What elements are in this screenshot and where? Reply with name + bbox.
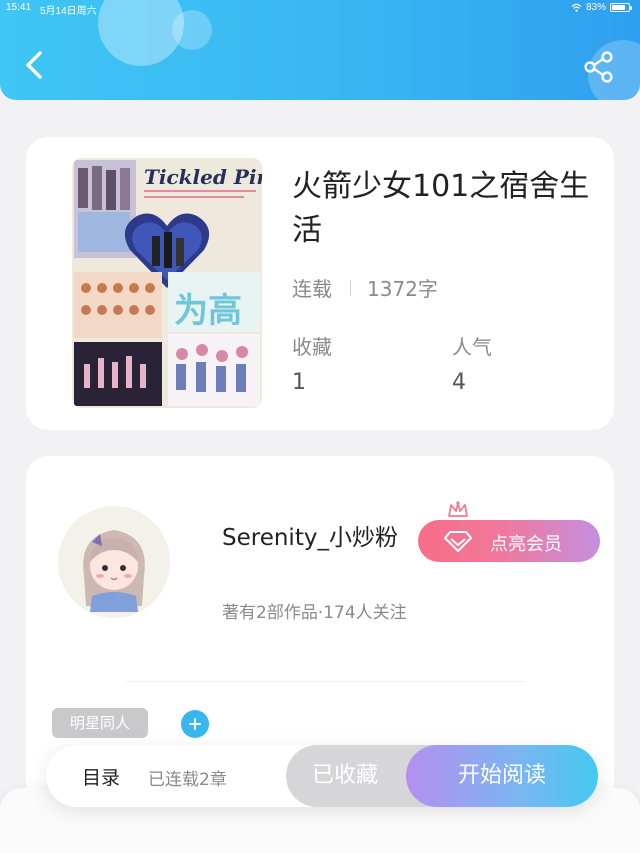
share-button[interactable] — [582, 50, 616, 84]
meta-divider — [350, 279, 351, 296]
word-count: 1372字 — [367, 277, 438, 301]
add-tag-button[interactable] — [181, 710, 209, 738]
header-bar: 15:41 5月14日周六 83% — [0, 0, 640, 100]
decor-bubble — [172, 10, 212, 50]
battery-percent: 83% — [585, 2, 606, 13]
status-bar: 15:41 5月14日周六 83% — [0, 0, 640, 17]
book-meta: 连载 1372字 — [292, 273, 438, 302]
popularity-value: 4 — [452, 370, 466, 395]
diamond-icon — [444, 531, 472, 552]
vip-button[interactable]: 点亮会员 — [418, 501, 600, 562]
section-divider — [126, 681, 526, 682]
wifi-icon — [571, 3, 582, 12]
bottom-action-bar: 目录 已连载2章 已收藏 开始阅读 — [46, 745, 598, 807]
battery-fill — [612, 5, 625, 10]
status-date: 5月14日周六 — [40, 6, 97, 17]
vip-label: 点亮会员 — [490, 534, 562, 555]
battery-icon — [610, 3, 632, 12]
book-title: 火箭少女101之宿舍生活 — [292, 169, 590, 248]
cover-artwork: Tickled Pink 为高 — [72, 158, 262, 408]
back-button[interactable] — [20, 48, 50, 82]
author-avatar[interactable] — [58, 506, 170, 618]
start-reading-button[interactable]: 开始阅读 — [406, 745, 598, 807]
chapter-count: 已连载2章 — [148, 770, 227, 790]
serial-status: 连载 — [292, 277, 332, 301]
author-stats: 著有2部作品·174人关注 — [222, 603, 407, 623]
tag-chip[interactable]: 明星同人 — [52, 708, 148, 738]
book-info-card: Tickled Pink 为高 — [26, 137, 614, 430]
book-cover-image[interactable]: Tickled Pink 为高 — [72, 158, 262, 408]
status-right: 83% — [571, 2, 632, 13]
share-icon — [584, 51, 613, 83]
favorites-stat: 收藏 1 — [292, 331, 332, 395]
popularity-stat: 人气 4 — [452, 331, 492, 395]
avatar-illustration — [58, 506, 170, 618]
status-time: 15:41 — [6, 2, 32, 13]
author-name[interactable]: Serenity_小炒粉 — [222, 518, 398, 552]
favorites-value: 1 — [292, 370, 306, 395]
popularity-label: 人气 — [452, 335, 492, 359]
svg-text:为高: 为高 — [174, 291, 242, 331]
crown-icon — [448, 501, 468, 517]
cover-title: Tickled Pink — [144, 165, 262, 189]
toc-button[interactable]: 目录 — [82, 763, 120, 790]
favorites-label: 收藏 — [292, 335, 332, 359]
